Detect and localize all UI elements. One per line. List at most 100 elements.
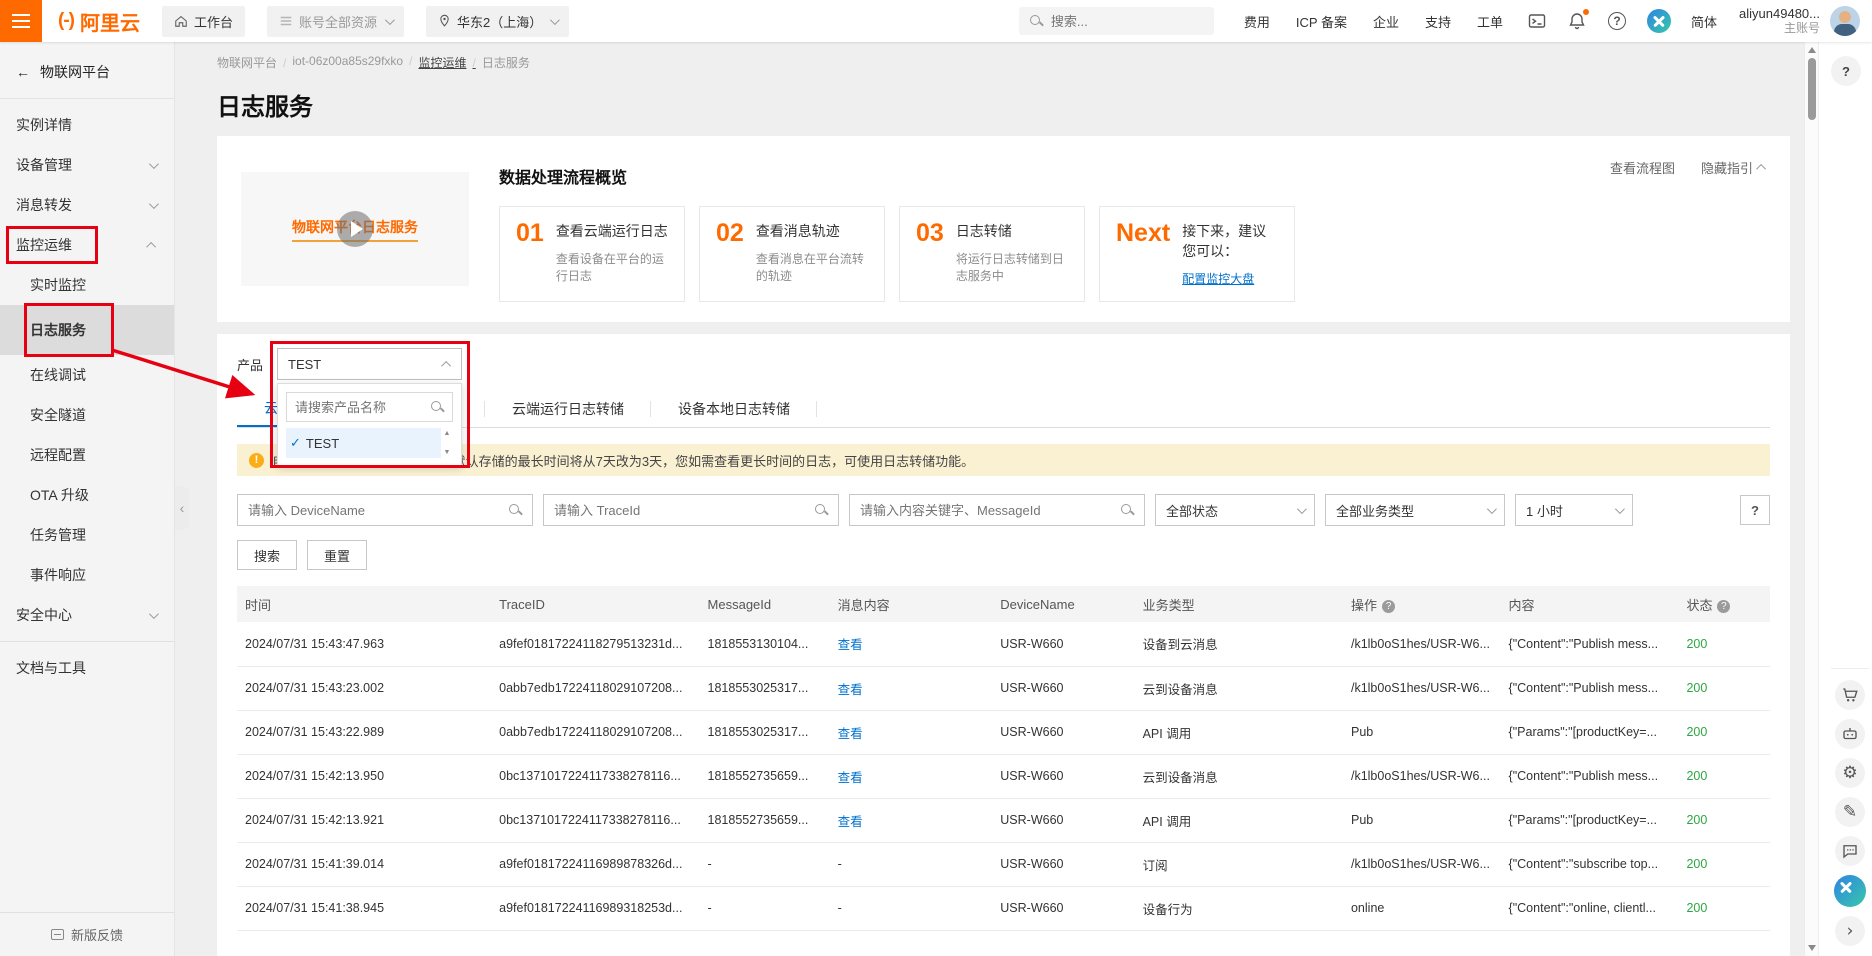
cart-icon[interactable]	[1835, 680, 1865, 710]
product-search-input[interactable]	[295, 400, 424, 415]
app-logo-icon[interactable]	[1834, 875, 1866, 907]
biztype-select[interactable]: 全部业务类型	[1325, 494, 1505, 526]
search-icon[interactable]	[508, 503, 522, 517]
header-menu-item[interactable]: 工单	[1477, 12, 1503, 31]
view-message-link[interactable]: 查看	[830, 798, 993, 842]
table-header: 时间 TraceID MessageId 消息内容 DeviceName 业务类…	[237, 586, 1770, 622]
product-search[interactable]	[286, 392, 453, 422]
product-select[interactable]: TEST	[277, 348, 462, 380]
hide-guide-toggle[interactable]: 隐藏指引	[1701, 158, 1766, 177]
sidebar-menu: 实例详情 设备管理 消息转发 监控运维	[0, 99, 174, 688]
view-message-link[interactable]: -	[830, 842, 993, 886]
pencil-icon[interactable]: ✎	[1835, 797, 1865, 827]
app-logo-icon[interactable]	[1647, 9, 1671, 33]
notification-bell-icon[interactable]	[1567, 11, 1587, 31]
cell-content: {"Params":"[productKey=...	[1501, 710, 1679, 754]
cell-operation: Pub	[1343, 710, 1501, 754]
sidebar-item[interactable]: OTA 升级	[0, 475, 174, 515]
header-menu-item[interactable]: 支持	[1425, 12, 1451, 31]
collapse-rail-button[interactable]: ›	[1835, 916, 1865, 946]
search-button[interactable]: 搜索	[237, 540, 297, 570]
view-message-link[interactable]: 查看	[830, 754, 993, 798]
resources-selector[interactable]: 账号全部资源	[267, 6, 404, 37]
scrollbar-thumb[interactable]	[1808, 58, 1816, 120]
tab[interactable]: 设备本地日志转储	[651, 390, 817, 427]
workbench-button[interactable]: 工作台	[162, 6, 245, 37]
sidebar-item[interactable]: 实时监控	[0, 265, 174, 305]
view-message-link[interactable]: 查看	[830, 622, 993, 666]
sidebar-collapse-handle[interactable]: ‹	[175, 486, 189, 530]
status-select[interactable]: 全部状态	[1155, 494, 1315, 526]
robot-assistant-icon[interactable]	[1835, 719, 1865, 749]
scroll-down-icon[interactable]	[1808, 945, 1816, 951]
chevron-icon	[149, 199, 159, 209]
global-search[interactable]	[1019, 7, 1214, 35]
breadcrumb-item[interactable]: 物联网平台	[217, 54, 286, 71]
cell-time: 2024/07/31 15:43:47.963	[237, 622, 491, 666]
breadcrumb-item[interactable]: 监控运维	[418, 54, 475, 71]
scroll-up-icon[interactable]	[1808, 47, 1816, 53]
sidebar-item[interactable]: 事件响应	[0, 555, 174, 595]
sidebar-item[interactable]: 安全中心	[0, 595, 174, 635]
hamburger-menu-icon[interactable]	[0, 0, 42, 42]
language-switch[interactable]: 简体	[1691, 12, 1717, 31]
keyword-input[interactable]	[860, 503, 1112, 518]
notification-dot	[1583, 9, 1589, 15]
help-icon[interactable]: ?	[1607, 11, 1627, 31]
devicename-filter[interactable]	[237, 494, 533, 526]
traceid-filter[interactable]	[543, 494, 839, 526]
view-message-link[interactable]: 查看	[830, 710, 993, 754]
configure-dashboard-link[interactable]: 配置监控大盘	[1182, 270, 1254, 287]
sidebar-back[interactable]: ← 物联网平台	[0, 42, 174, 99]
help-float-button[interactable]: ?	[1831, 56, 1861, 86]
sidebar-item[interactable]: 文档与工具	[0, 641, 174, 688]
sidebar-item[interactable]: 日志服务	[0, 305, 174, 355]
gear-icon[interactable]: ⚙	[1835, 758, 1865, 788]
global-search-input[interactable]	[1051, 14, 1191, 29]
product-option[interactable]: ✓ TEST	[286, 428, 441, 458]
sidebar-item[interactable]: 设备管理	[0, 145, 174, 185]
keyword-filter[interactable]	[849, 494, 1145, 526]
sidebar-item[interactable]: 安全隧道	[0, 395, 174, 435]
view-flowchart-link[interactable]: 查看流程图	[1610, 158, 1675, 177]
view-message-link[interactable]: 查看	[830, 666, 993, 710]
aliyun-logo[interactable]: (-) 阿里云	[58, 7, 140, 36]
sidebar-item[interactable]: 实例详情	[0, 105, 174, 145]
sidebar-item[interactable]: 消息转发	[0, 185, 174, 225]
time-range-select[interactable]: 1 小时	[1515, 494, 1633, 526]
option-scrollbar[interactable]: ▲▼	[441, 428, 453, 458]
cell-operation: Pub	[1343, 798, 1501, 842]
header-menu-item[interactable]: ICP 备案	[1296, 12, 1347, 31]
cell-devicename: USR-W660	[992, 666, 1134, 710]
filter-help-button[interactable]: ?	[1740, 495, 1770, 525]
reset-button[interactable]: 重置	[307, 540, 367, 570]
help-icon[interactable]	[1382, 600, 1395, 613]
page-scrollbar[interactable]	[1804, 42, 1818, 956]
search-icon[interactable]	[1120, 503, 1134, 517]
traceid-input[interactable]	[554, 503, 806, 518]
help-icon[interactable]	[1717, 600, 1730, 613]
cell-time: 2024/07/31 15:43:23.002	[237, 666, 491, 710]
region-selector[interactable]: 华东2（上海）	[426, 6, 569, 37]
breadcrumb-item[interactable]: iot-06z00a85s29fxko	[292, 54, 412, 71]
video-thumbnail[interactable]: 物联网平台日志服务	[241, 172, 469, 286]
cell-time: 2024/07/31 15:43:22.989	[237, 710, 491, 754]
status-code: 200	[1678, 842, 1770, 886]
account-menu[interactable]: aliyun49480... 主账号	[1739, 6, 1820, 36]
avatar[interactable]	[1830, 6, 1860, 36]
search-icon[interactable]	[814, 503, 828, 517]
cloudshell-icon[interactable]	[1527, 11, 1547, 31]
tab[interactable]: 云端运行日志转储	[485, 390, 651, 427]
feedback-chat-icon[interactable]	[1835, 836, 1865, 866]
view-message-link[interactable]: -	[830, 886, 993, 930]
header-menu-item[interactable]: 费用	[1244, 12, 1270, 31]
feedback-button[interactable]: 新版反馈	[0, 912, 174, 956]
breadcrumb-item[interactable]: 日志服务	[482, 54, 530, 71]
devicename-input[interactable]	[248, 503, 500, 518]
sidebar-item[interactable]: 远程配置	[0, 435, 174, 475]
header-menu-item[interactable]: 企业	[1373, 12, 1399, 31]
sidebar-item[interactable]: 监控运维	[0, 225, 174, 265]
sidebar-item[interactable]: 任务管理	[0, 515, 174, 555]
play-icon[interactable]	[337, 211, 373, 247]
sidebar-item[interactable]: 在线调试	[0, 355, 174, 395]
